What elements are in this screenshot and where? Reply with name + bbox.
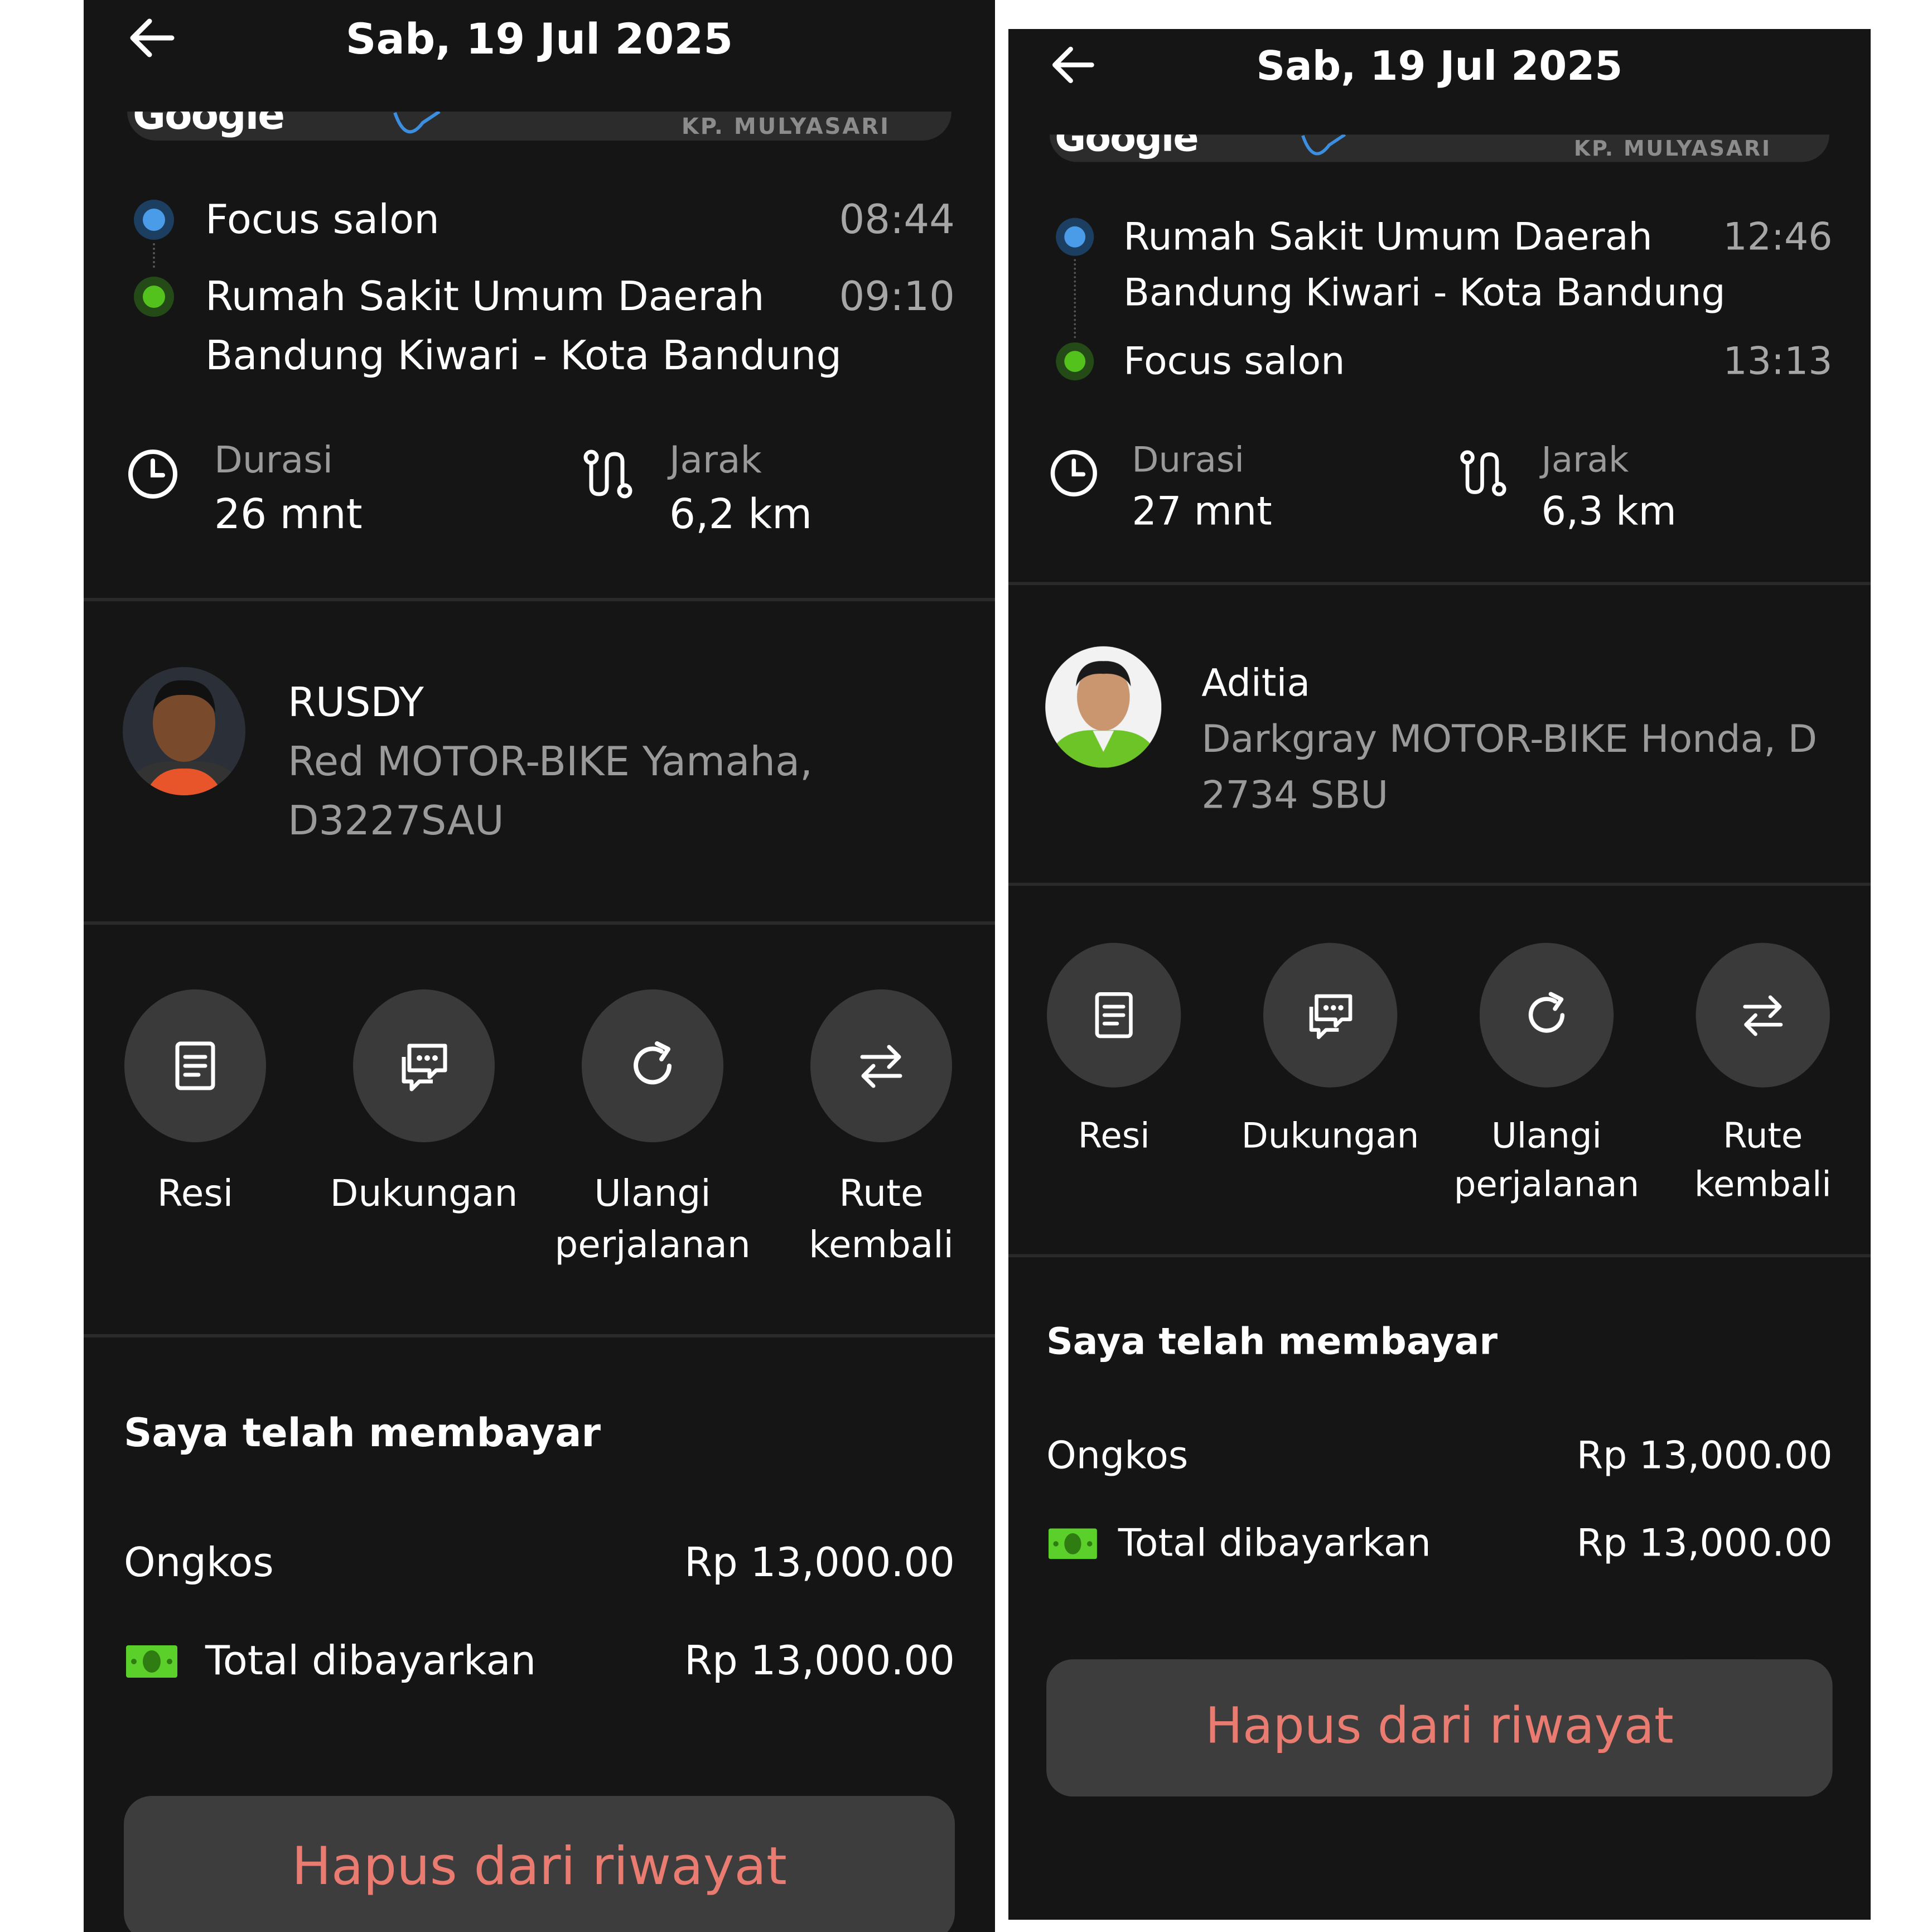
dropoff-dot-icon [134,277,174,317]
distance-label: Jarak [1541,439,1629,480]
top-bar: Sab, 19 Jul 2025 [84,0,995,78]
refresh-icon [634,1041,672,1085]
map-place-label: KP. MULYASARI [681,114,890,139]
dropoff-name: Rumah Sakit Umum Daerah Bandung Kiwari -… [205,273,842,379]
cash-icon [1048,1528,1097,1559]
receipt-icon [175,1041,215,1090]
section-divider [1008,582,1871,586]
distance-label: Jarak [669,438,762,481]
vehicle-info: Red MOTOR-BIKE Yamaha, D3227SAU [288,738,813,844]
swap-icon [1743,995,1783,1036]
trip-detail-screen-right: Sab, 19 Jul 2025 Google KP. MULYASARI Ru… [1008,29,1871,1920]
section-divider [84,598,995,601]
google-logo: Google [133,112,285,138]
clock-icon [128,450,177,499]
vehicle-info: Darkgray MOTOR-BIKE Honda, D 2734 SBU [1201,716,1818,817]
driver-photo [1045,646,1162,768]
receipt-icon [1095,992,1133,1039]
total-value: Rp 13,000.00 [1576,1520,1833,1565]
pickup-dot-icon [134,200,174,240]
driver-name: RUSDY [288,679,424,726]
distance-value: 6,2 km [669,490,813,538]
cash-icon [126,1645,177,1678]
dropoff-name: Focus salon [1123,339,1345,383]
total-value: Rp 13,000.00 [684,1637,955,1684]
dropoff-time: 09:10 [839,273,955,320]
fare-label: Ongkos [1046,1433,1189,1477]
route-connector [1074,259,1078,339]
fare-value: Rp 13,000.00 [1576,1433,1833,1477]
payment-title: Saya telah membayar [1046,1319,1498,1363]
section-divider [1008,1254,1871,1258]
route-distance-icon [583,450,632,499]
duration-value: 27 mnt [1132,488,1272,534]
driver-photo [123,667,245,795]
total-label: Total dibayarkan [205,1637,537,1684]
pickup-name: Rumah Sakit Umum Daerah Bandung Kiwari -… [1123,214,1726,315]
refresh-icon [1528,992,1565,1033]
route-map[interactable]: Google KP. MULYASARI [1049,134,1829,162]
map-place-label: KP. MULYASARI [1573,136,1771,161]
duration-value: 26 mnt [214,490,363,538]
route-connector [153,243,157,268]
page-title: Sab, 19 Jul 2025 [1256,42,1623,89]
chat-icon [1309,994,1353,1040]
route-distance-icon [1460,450,1506,496]
pickup-name: Focus salon [205,196,439,243]
delete-history-button[interactable]: Hapus dari riwayat [124,1796,955,1932]
chat-icon [402,1044,447,1091]
fare-label: Ongkos [124,1539,274,1586]
section-divider [84,921,995,925]
delete-history-button[interactable]: Hapus dari riwayat [1046,1659,1833,1797]
driver-avatar [123,667,245,795]
page-title: Sab, 19 Jul 2025 [345,14,733,64]
clock-icon [1050,450,1097,497]
fare-value: Rp 13,000.00 [684,1539,955,1586]
swap-icon [860,1045,902,1088]
dropoff-dot-icon [1056,342,1094,381]
payment-title: Saya telah membayar [124,1410,601,1456]
google-logo: Google [1055,134,1199,160]
duration-label: Durasi [214,438,333,481]
trip-detail-screen-left: Sab, 19 Jul 2025 Google KP. MULYASARI Fo… [84,0,995,1932]
pickup-time: 12:46 [1723,214,1833,259]
driver-avatar [1045,646,1162,768]
distance-value: 6,3 km [1541,488,1677,534]
route-line [1301,134,1346,156]
dropoff-time: 13:13 [1723,339,1833,383]
section-divider [1008,882,1871,886]
pickup-time: 08:44 [839,196,955,243]
driver-name: Aditia [1201,660,1311,705]
route-line [393,112,441,134]
duration-label: Durasi [1132,439,1244,480]
pickup-dot-icon [1056,218,1094,256]
route-map[interactable]: Google KP. MULYASARI [127,112,951,141]
total-label: Total dibayarkan [1118,1520,1431,1565]
top-bar: Sab, 19 Jul 2025 [1008,29,1871,103]
section-divider [84,1334,995,1337]
